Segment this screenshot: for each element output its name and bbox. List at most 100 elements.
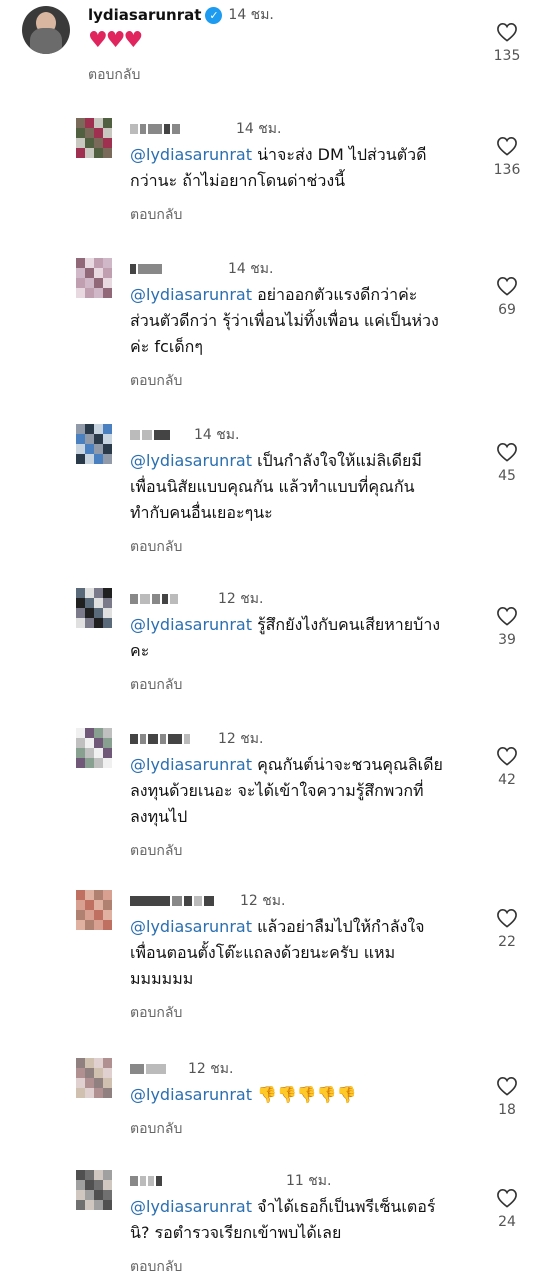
comment-text: @lydiasarunrat 👎👎👎👎👎: [130, 1082, 470, 1108]
comment-line: กว่านะ ถ้าไม่อยากโดนด่าช่วงนี้: [130, 171, 346, 190]
reply-button[interactable]: ตอบกลับ: [88, 64, 140, 86]
like-button[interactable]: 22: [480, 908, 534, 950]
mention-link[interactable]: @lydiasarunrat: [130, 451, 252, 470]
redaction-block: [148, 1176, 154, 1186]
username-redacted[interactable]: [130, 590, 212, 608]
redaction-block: [140, 594, 150, 604]
comment-text: @lydiasarunrat เป็นกำลังใจให้แม่ลิเดียมี…: [130, 448, 470, 526]
comment-text: @lydiasarunrat น่าจะส่ง DM ไปส่วนตัวดีกว…: [130, 142, 470, 194]
username-redacted[interactable]: [130, 730, 212, 748]
redaction-block: [160, 734, 166, 744]
username-redacted[interactable]: [130, 1172, 280, 1190]
redaction-block: [172, 896, 182, 906]
reply-button[interactable]: ตอบกลับ: [130, 1118, 182, 1140]
reply-button[interactable]: ตอบกลับ: [130, 1256, 182, 1278]
timestamp: 14 ชม.: [228, 7, 274, 23]
redaction-block: [170, 594, 178, 604]
reply-button[interactable]: ตอบกลับ: [130, 840, 182, 862]
like-count: 18: [498, 1102, 516, 1118]
like-button[interactable]: 42: [480, 746, 534, 788]
username[interactable]: lydiasarunrat: [88, 6, 201, 24]
like-button[interactable]: 39: [480, 606, 534, 648]
comment-line: ส่วนตัวดีกว่า รุ้ว่าเพื่อนไม่ทิ้งเพื่อน …: [130, 311, 439, 330]
avatar[interactable]: [76, 728, 112, 768]
comment-line: แล้วอย่าลืมไปให้กำลังใจ: [251, 917, 425, 936]
redaction-block: [184, 734, 190, 744]
mention-link[interactable]: @lydiasarunrat: [130, 1197, 252, 1216]
redaction-block: [164, 124, 170, 134]
avatar[interactable]: [76, 118, 112, 158]
redaction-block: [194, 896, 202, 906]
mention-link[interactable]: @lydiasarunrat: [130, 755, 252, 774]
timestamp: 12 ชม.: [240, 893, 286, 909]
username-redacted[interactable]: [130, 426, 188, 444]
comment-text: @lydiasarunrat คุณกันต์น่าจะชวนคุณลิเดีย…: [130, 752, 470, 830]
redaction-block: [168, 734, 182, 744]
redaction-block: [130, 896, 170, 906]
heart-outline-icon: [497, 136, 517, 156]
heart-outline-icon: [497, 1076, 517, 1096]
comment-line: คะ: [130, 641, 150, 660]
redaction-block: [130, 1176, 138, 1186]
like-button[interactable]: 24: [480, 1188, 534, 1230]
like-button[interactable]: 18: [480, 1076, 534, 1118]
heart-outline-icon: [497, 22, 517, 42]
comment-text: @lydiasarunrat รู้สึกยังไงกับคนเสียหายบ้…: [130, 612, 470, 664]
comment-line: น่าจะส่ง DM ไปส่วนตัวดี: [251, 145, 427, 164]
comment-meta: 12 ชม.: [130, 728, 263, 750]
mention-link[interactable]: @lydiasarunrat: [130, 1085, 252, 1104]
redaction-block: [130, 124, 138, 134]
like-button[interactable]: 45: [480, 442, 534, 484]
redaction-block: [152, 594, 160, 604]
username-redacted[interactable]: [130, 1060, 182, 1078]
comment-line: ค่ะ fcเด็กๆ: [130, 337, 203, 356]
comment-line: ลงทุนไป: [130, 807, 188, 826]
like-button[interactable]: 135: [480, 22, 534, 64]
redaction-block: [130, 264, 136, 274]
timestamp: 14 ชม.: [194, 427, 240, 443]
username-redacted[interactable]: [130, 120, 230, 138]
reply-button[interactable]: ตอบกลับ: [130, 674, 182, 696]
heart-outline-icon: [497, 746, 517, 766]
like-button[interactable]: 69: [480, 276, 534, 318]
timestamp: 14 ชม.: [236, 121, 282, 137]
avatar[interactable]: [76, 1058, 112, 1098]
reply-button[interactable]: ตอบกลับ: [130, 370, 182, 392]
avatar[interactable]: [76, 890, 112, 930]
reply-button[interactable]: ตอบกลับ: [130, 536, 182, 558]
heart-outline-icon: [497, 442, 517, 462]
redaction-block: [184, 896, 192, 906]
mention-link[interactable]: @lydiasarunrat: [130, 917, 252, 936]
username-redacted[interactable]: [130, 892, 234, 910]
comment-meta: 11 ชม.: [130, 1170, 331, 1192]
avatar[interactable]: [76, 1170, 112, 1210]
comment-meta: 14 ชม.: [130, 258, 273, 280]
avatar[interactable]: [76, 258, 112, 298]
timestamp: 12 ชม.: [218, 731, 264, 747]
mention-link[interactable]: @lydiasarunrat: [130, 615, 252, 634]
mention-link[interactable]: @lydiasarunrat: [130, 145, 252, 164]
avatar[interactable]: [76, 424, 112, 464]
heart-outline-icon: [497, 1188, 517, 1208]
like-count: 24: [498, 1214, 516, 1230]
avatar[interactable]: [22, 6, 70, 54]
comment-text: @lydiasarunrat จำได้เธอก็เป็นพรีเซ็นเตอร…: [130, 1194, 470, 1246]
redaction-block: [130, 1064, 144, 1074]
reply-button[interactable]: ตอบกลับ: [130, 1002, 182, 1024]
comment-line: ทำกับคนอื่นเยอะๆนะ: [130, 503, 273, 522]
reply-button[interactable]: ตอบกลับ: [130, 204, 182, 226]
redaction-block: [130, 594, 138, 604]
verified-badge-icon: ✓: [205, 6, 223, 24]
comment-meta: 12 ชม.: [130, 890, 285, 912]
avatar[interactable]: [76, 588, 112, 628]
mention-link[interactable]: @lydiasarunrat: [130, 285, 252, 304]
redaction-block: [140, 1176, 146, 1186]
like-button[interactable]: 136: [480, 136, 534, 178]
comment-line: มมมมมม: [130, 969, 194, 988]
username-redacted[interactable]: [130, 260, 222, 278]
redaction-block: [162, 594, 168, 604]
comment-line: ลงทุนด้วยเนอะ จะได้เข้าใจความรู้สึกพวกที…: [130, 781, 424, 800]
like-count: 136: [493, 162, 521, 178]
comment-line: รู้สึกยังไงกับคนเสียหายบ้าง: [251, 615, 441, 634]
timestamp: 14 ชม.: [228, 261, 274, 277]
